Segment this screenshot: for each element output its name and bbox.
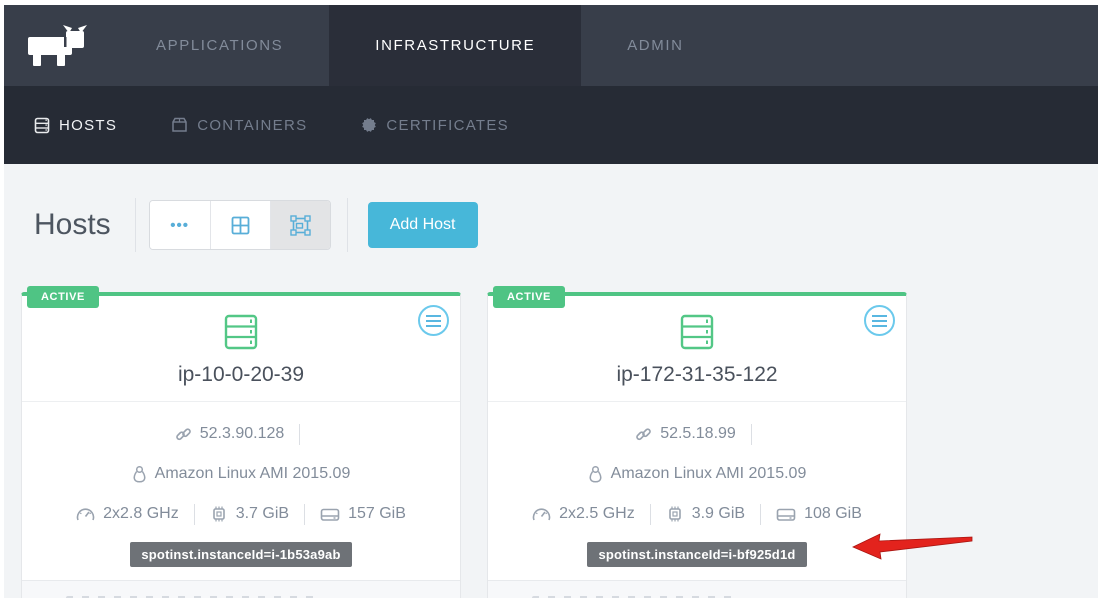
grid-view-button[interactable] [210, 201, 270, 249]
host-server-icon [677, 312, 717, 352]
host-disk: 157 GiB [348, 505, 406, 523]
nav-item-infrastructure[interactable]: INFRASTRUCTURE [329, 5, 581, 86]
hosts-icon [34, 117, 50, 134]
subnav-item-containers[interactable]: CONTAINERS [171, 117, 307, 134]
certificate-icon [361, 117, 377, 133]
red-arrow-annotation [852, 528, 978, 560]
os-row: Amazon Linux AMI 2015.09 [22, 454, 460, 494]
host-server-icon [221, 312, 261, 352]
add-host-button[interactable]: Add Host [368, 202, 478, 248]
hamburger-icon [426, 315, 441, 317]
subnav-item-label: CONTAINERS [197, 117, 307, 134]
host-card-footer [22, 580, 460, 598]
subnav-item-hosts[interactable]: HOSTS [34, 117, 117, 134]
host-ip: 52.5.18.99 [660, 425, 736, 443]
nav-item-admin[interactable]: ADMIN [581, 5, 729, 86]
inline-divider [760, 504, 761, 525]
inline-divider [304, 504, 305, 525]
host-details: 52.5.18.99 Amazon Linux AMI 2015.09 [488, 401, 906, 567]
hamburger-icon [872, 315, 887, 317]
rancher-logo[interactable] [4, 5, 110, 86]
host-menu-button[interactable] [418, 305, 449, 336]
hosts-toolbar: Hosts ••• [4, 164, 1098, 252]
host-ip: 52.3.90.128 [200, 425, 285, 443]
inline-divider [299, 424, 300, 445]
infrastructure-subnav: HOSTS CONTAINERS CERTIFICATES [4, 86, 1098, 164]
subnav-item-label: HOSTS [59, 117, 117, 134]
hosts-page: Hosts ••• [4, 164, 1098, 598]
cpu-speed-icon [532, 506, 551, 523]
host-label-tag: spotinst.instanceId=i-bf925d1d [587, 542, 806, 567]
subnav-item-certificates[interactable]: CERTIFICATES [361, 117, 509, 134]
ip-row: 52.5.18.99 [488, 414, 906, 454]
app-window: APPLICATIONS INFRASTRUCTURE ADMIN HOSTS … [4, 5, 1098, 598]
linux-icon [132, 465, 147, 483]
inline-divider [194, 504, 195, 525]
host-menu-button[interactable] [864, 305, 895, 336]
status-badge: ACTIVE [493, 286, 565, 308]
link-icon [635, 426, 652, 443]
top-nav: APPLICATIONS INFRASTRUCTURE ADMIN [4, 5, 1098, 86]
status-badge: ACTIVE [27, 286, 99, 308]
host-card: ACTIVE ip-172-31-35-122 [487, 292, 907, 598]
container-icon [171, 117, 188, 133]
host-details: 52.3.90.128 Amazon Linux AMI 2015.09 [22, 401, 460, 567]
host-card-header: ip-10-0-20-39 [22, 296, 460, 401]
specs-row: 2x2.5 GHz 3.9 GiB [488, 494, 906, 534]
host-os: Amazon Linux AMI 2015.09 [155, 465, 351, 483]
memory-icon [210, 505, 228, 523]
view-toggle-group: ••• [149, 200, 331, 250]
condensed-view-button[interactable]: ••• [150, 201, 210, 249]
host-label-tag: spotinst.instanceId=i-1b53a9ab [130, 542, 351, 567]
linux-icon [588, 465, 603, 483]
toolbar-divider [347, 198, 348, 252]
host-disk: 108 GiB [804, 505, 862, 523]
host-card-header: ip-172-31-35-122 [488, 296, 906, 401]
inline-divider [650, 504, 651, 525]
nav-item-applications[interactable]: APPLICATIONS [110, 5, 329, 86]
machine-icon [290, 215, 311, 236]
host-cpu: 2x2.8 GHz [103, 505, 179, 523]
host-memory: 3.9 GiB [692, 505, 745, 523]
inline-divider [751, 424, 752, 445]
host-name[interactable]: ip-172-31-35-122 [488, 363, 906, 387]
host-name[interactable]: ip-10-0-20-39 [22, 363, 460, 387]
machine-view-button[interactable] [270, 201, 330, 249]
cpu-speed-icon [76, 506, 95, 523]
host-card: ACTIVE ip-10-0-20-39 [21, 292, 461, 598]
cow-icon [26, 24, 88, 68]
page-title: Hosts [34, 208, 111, 242]
disk-icon [776, 506, 796, 523]
disk-icon [320, 506, 340, 523]
toolbar-divider [135, 198, 136, 252]
link-icon [175, 426, 192, 443]
memory-icon [666, 505, 684, 523]
grid-icon [231, 216, 250, 235]
host-memory: 3.7 GiB [236, 505, 289, 523]
host-os: Amazon Linux AMI 2015.09 [611, 465, 807, 483]
host-cpu: 2x2.5 GHz [559, 505, 635, 523]
ellipsis-icon: ••• [170, 217, 189, 234]
specs-row: 2x2.8 GHz 3.7 GiB [22, 494, 460, 534]
subnav-item-label: CERTIFICATES [386, 117, 509, 134]
host-card-footer [488, 580, 906, 598]
os-row: Amazon Linux AMI 2015.09 [488, 454, 906, 494]
ip-row: 52.3.90.128 [22, 414, 460, 454]
